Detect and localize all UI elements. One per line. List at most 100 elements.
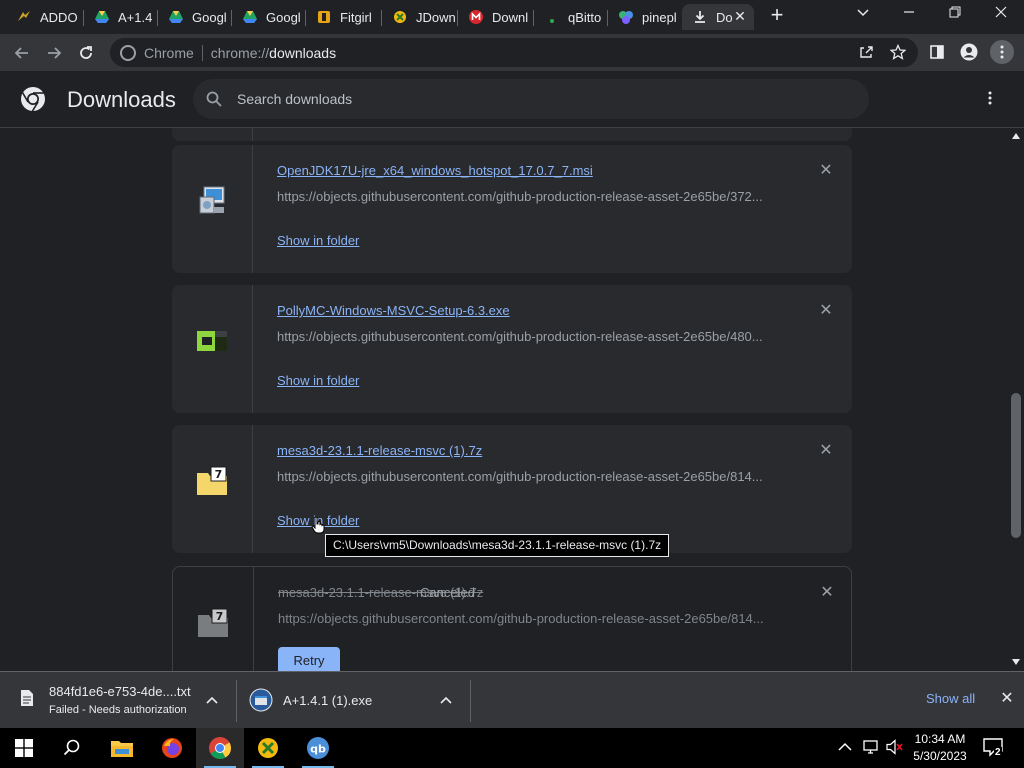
- remove-download-icon[interactable]: ✕: [817, 442, 835, 460]
- more-actions-icon[interactable]: [980, 89, 1000, 109]
- scrollbar-thumb[interactable]: [1011, 393, 1021, 538]
- firefox-icon[interactable]: [148, 728, 196, 768]
- chrome-menu-icon[interactable]: [990, 40, 1014, 64]
- download-card: OpenJDK17U-jre_x64_windows_hotspot_17.0.…: [172, 145, 852, 273]
- tab-a141[interactable]: A+1.4: [84, 4, 158, 30]
- page-title: Downloads: [67, 87, 176, 112]
- download-filename-link[interactable]: PollyMC-Windows-MSVC-Setup-6.3.exe: [277, 303, 510, 318]
- url-host: downloads: [269, 44, 337, 61]
- show-all-link[interactable]: Show all: [926, 691, 975, 706]
- svg-text:qb: qb: [310, 743, 326, 756]
- clock-time: 10:34 AM: [914, 732, 966, 746]
- msi-installer-icon: [194, 183, 230, 219]
- pollymc-icon: [194, 323, 230, 359]
- tab-strip: ADDO A+1.4 Googl Googl Fitgirl JDown Dow…: [0, 0, 1024, 34]
- drive-icon: [168, 9, 184, 25]
- jdownloader-taskbar-icon[interactable]: [244, 728, 292, 768]
- tab-mega[interactable]: Downl: [458, 4, 534, 30]
- restore-button[interactable]: [932, 0, 978, 30]
- mega-icon: [468, 9, 484, 25]
- chrome-logo-icon: [20, 86, 46, 112]
- reload-button[interactable]: [72, 39, 100, 67]
- site-chip: Chrome: [144, 44, 194, 61]
- page-scrollbar[interactable]: [1008, 128, 1024, 671]
- shelf-item[interactable]: A+1.4.1 (1).exe: [237, 672, 470, 729]
- 7z-archive-icon: 7: [194, 463, 230, 499]
- tab-downloads[interactable]: Do ✕: [682, 4, 754, 30]
- addon-icon: [16, 9, 32, 25]
- remove-download-icon[interactable]: ✕: [818, 584, 836, 602]
- shelf-item[interactable]: 884fd1e6-e753-4de....txt Failed - Needs …: [0, 672, 233, 729]
- download-card-canceled: 7 mesa3d-23.1.1-release-msvc (1).7z Canc…: [172, 566, 852, 671]
- svg-text:7: 7: [215, 468, 223, 481]
- forward-button[interactable]: [40, 39, 68, 67]
- shelf-item-name: A+1.4.1 (1).exe: [283, 693, 373, 708]
- file-path-tooltip: C:\Users\vm5\Downloads\mesa3d-23.1.1-rel…: [325, 534, 670, 557]
- exe-file-icon: [249, 688, 273, 717]
- windows-start-icon[interactable]: [0, 728, 48, 768]
- tab-close-icon[interactable]: ✕: [732, 8, 748, 24]
- tab-addo[interactable]: ADDO: [6, 4, 84, 30]
- volume-muted-icon[interactable]: [886, 739, 904, 758]
- show-in-folder-link[interactable]: Show in folder: [277, 373, 359, 388]
- tab-google-1[interactable]: Googl: [158, 4, 232, 30]
- drive-icon: [94, 9, 110, 25]
- qbittorrent-taskbar-icon[interactable]: qb: [294, 728, 342, 768]
- bookmark-star-icon[interactable]: [886, 40, 910, 64]
- qbittorrent-icon: [544, 9, 560, 25]
- tab-google-2[interactable]: Googl: [232, 4, 306, 30]
- network-icon[interactable]: [862, 739, 880, 758]
- download-filename-link[interactable]: mesa3d-23.1.1-release-msvc (1).7z: [277, 443, 482, 458]
- tab-pinepl[interactable]: pinepl: [608, 4, 682, 30]
- tab-qbittorrent[interactable]: qBitto: [534, 4, 608, 30]
- download-card: PollyMC-Windows-MSVC-Setup-6.3.exe https…: [172, 285, 852, 413]
- download-url: https://objects.githubusercontent.com/gi…: [277, 189, 763, 204]
- remove-download-icon[interactable]: ✕: [817, 302, 835, 320]
- clock-date: 5/30/2023: [913, 749, 967, 763]
- back-button[interactable]: [8, 39, 36, 67]
- fitgirl-icon: [316, 9, 332, 25]
- show-in-folder-link[interactable]: Show in folder: [277, 233, 359, 248]
- downloads-header: Downloads: [0, 71, 1024, 128]
- jdownloader-icon: [392, 9, 408, 25]
- url-scheme: chrome://: [210, 44, 270, 61]
- tray-overflow-chevron-icon[interactable]: [838, 739, 852, 755]
- search-downloads[interactable]: [193, 79, 869, 119]
- download-filename-link[interactable]: OpenJDK17U-jre_x64_windows_hotspot_17.0.…: [277, 163, 593, 178]
- system-clock[interactable]: 10:34 AM 5/30/2023: [906, 731, 974, 765]
- download-url: https://objects.githubusercontent.com/gi…: [277, 469, 763, 484]
- scroll-up-icon[interactable]: [1012, 132, 1020, 140]
- retry-button[interactable]: Retry: [278, 647, 340, 671]
- download-card: [172, 128, 852, 141]
- minimize-button[interactable]: [886, 0, 932, 30]
- tab-search-chevron-icon[interactable]: [840, 0, 886, 30]
- taskbar-search-icon[interactable]: [48, 728, 96, 768]
- pinepl-icon: [618, 9, 634, 25]
- chevron-up-icon[interactable]: [440, 693, 452, 707]
- remove-download-icon[interactable]: ✕: [817, 162, 835, 180]
- search-icon: [205, 90, 223, 108]
- drive-icon: [242, 9, 258, 25]
- scroll-down-icon[interactable]: [1012, 658, 1020, 666]
- tab-fitgirl[interactable]: Fitgirl: [306, 4, 382, 30]
- chrome-taskbar-icon[interactable]: [196, 728, 244, 768]
- hand-cursor-icon: [311, 516, 325, 539]
- tab-jdownloader[interactable]: JDown: [382, 4, 458, 30]
- share-icon[interactable]: [854, 40, 878, 64]
- browser-toolbar: Chrome chrome://downloads: [0, 34, 1024, 71]
- svg-text:7: 7: [216, 610, 224, 623]
- downloads-list[interactable]: OpenJDK17U-jre_x64_windows_hotspot_17.0.…: [0, 128, 1008, 671]
- download-url: https://objects.githubusercontent.com/gi…: [277, 329, 763, 344]
- chevron-up-icon[interactable]: [206, 693, 218, 707]
- profile-icon[interactable]: [957, 40, 981, 64]
- download-shelf: 884fd1e6-e753-4de....txt Failed - Needs …: [0, 671, 1024, 728]
- side-panel-icon[interactable]: [925, 40, 949, 64]
- notification-count: 2: [994, 747, 1002, 758]
- file-explorer-icon[interactable]: [98, 728, 146, 768]
- search-input[interactable]: [237, 91, 837, 107]
- close-window-button[interactable]: [978, 0, 1024, 30]
- close-shelf-icon[interactable]: ✕: [998, 690, 1016, 708]
- text-file-icon: [20, 689, 34, 712]
- address-bar[interactable]: Chrome chrome://downloads: [110, 38, 918, 67]
- new-tab-button[interactable]: +: [754, 0, 800, 30]
